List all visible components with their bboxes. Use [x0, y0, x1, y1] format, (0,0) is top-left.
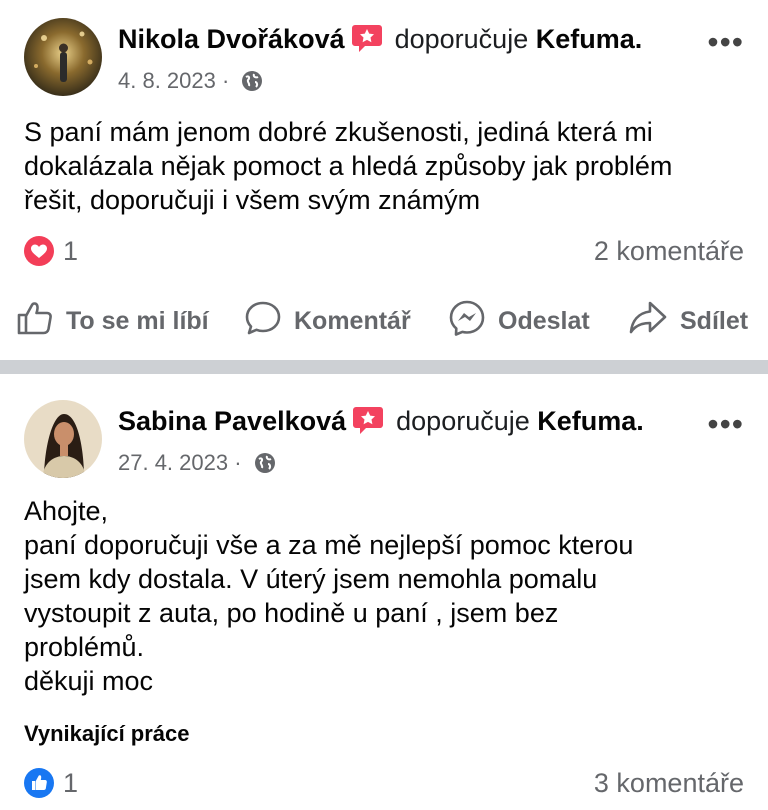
recommendation-tag[interactable]: Vynikající práce [24, 721, 190, 747]
comments-count[interactable]: 3 komentáře [594, 768, 744, 798]
share-icon [628, 299, 680, 344]
action-bar: To se mi líbí Komentář Odeslat Sdílet [0, 300, 768, 342]
post-date[interactable]: 27. 4. 2023 [118, 450, 228, 475]
avatar[interactable] [24, 18, 102, 96]
globe-icon [254, 452, 276, 481]
post-text-line: S paní mám jenom dobré zkušenosti, jedin… [24, 117, 653, 147]
post-text: Ahojte, paní doporučuji vše a za mě nejl… [24, 494, 748, 698]
reaction-count[interactable]: 1 [63, 768, 78, 798]
page-name[interactable]: Kefuma. [537, 406, 644, 436]
post-header: Nikola Dvořáková doporučuje Kefuma. 4. 8.… [118, 22, 678, 99]
more-icon[interactable]: ••• [707, 26, 744, 58]
heart-reaction-icon[interactable] [24, 236, 54, 266]
comment-label: Komentář [294, 306, 411, 335]
meta-separator: · [222, 68, 230, 93]
post-text-line: vystoupit z auta, po hodině u paní , jse… [24, 598, 559, 628]
reaction-summary: 1 2 komentáře [24, 236, 744, 268]
author-name[interactable]: Nikola Dvořáková [118, 24, 345, 54]
like-icon [16, 299, 66, 344]
recommend-badge-icon [352, 405, 384, 443]
thumbs-up-reaction-icon[interactable] [24, 768, 54, 798]
share-button[interactable]: Sdílet [628, 300, 748, 342]
reaction-count[interactable]: 1 [63, 236, 78, 266]
post-meta: 4. 8. 2023 · [118, 67, 678, 99]
comment-button[interactable]: Komentář [244, 300, 411, 342]
avatar[interactable] [24, 400, 102, 478]
share-label: Sdílet [680, 306, 749, 335]
post-meta: 27. 4. 2023 · [118, 449, 678, 481]
post-text-line: Ahojte, [24, 496, 109, 526]
post-text-line: problémů. [24, 632, 145, 662]
post-date[interactable]: 4. 8. 2023 [118, 68, 216, 93]
review-post: Sabina Pavelková doporučuje Kefuma. 27. 4… [0, 374, 768, 810]
like-button[interactable]: To se mi líbí [16, 300, 209, 342]
author-name[interactable]: Sabina Pavelková [118, 406, 346, 436]
recommends-text: doporučuje [394, 24, 529, 54]
review-post: Nikola Dvořáková doporučuje Kefuma. 4. 8.… [0, 0, 768, 360]
post-text-line: řešit, doporučuji i všem svým známým [24, 185, 481, 215]
comment-icon [244, 299, 294, 344]
send-button[interactable]: Odeslat [448, 300, 590, 342]
more-icon[interactable]: ••• [707, 408, 744, 440]
globe-icon [241, 70, 263, 99]
post-divider [0, 360, 768, 374]
post-text-line: děkuji moc [24, 666, 154, 696]
post-header: Sabina Pavelková doporučuje Kefuma. 27. 4… [118, 404, 678, 481]
post-text-line: jsem kdy dostala. V úterý jsem nemohla p… [24, 564, 598, 594]
post-text-line: paní doporučuji vše a za mě nejlepší pom… [24, 530, 634, 560]
meta-separator: · [234, 450, 242, 475]
comments-count[interactable]: 2 komentáře [594, 236, 744, 266]
like-label: To se mi líbí [66, 306, 209, 335]
post-text-line: dokalázala nějak pomoct a hledá způsoby … [24, 151, 673, 181]
reaction-summary: 1 3 komentáře [24, 768, 744, 800]
messenger-icon [448, 299, 498, 344]
send-label: Odeslat [498, 306, 590, 335]
post-text: S paní mám jenom dobré zkušenosti, jedin… [24, 115, 748, 217]
page-name[interactable]: Kefuma. [536, 24, 643, 54]
recommend-badge-icon [351, 23, 383, 61]
recommends-text: doporučuje [396, 406, 530, 436]
